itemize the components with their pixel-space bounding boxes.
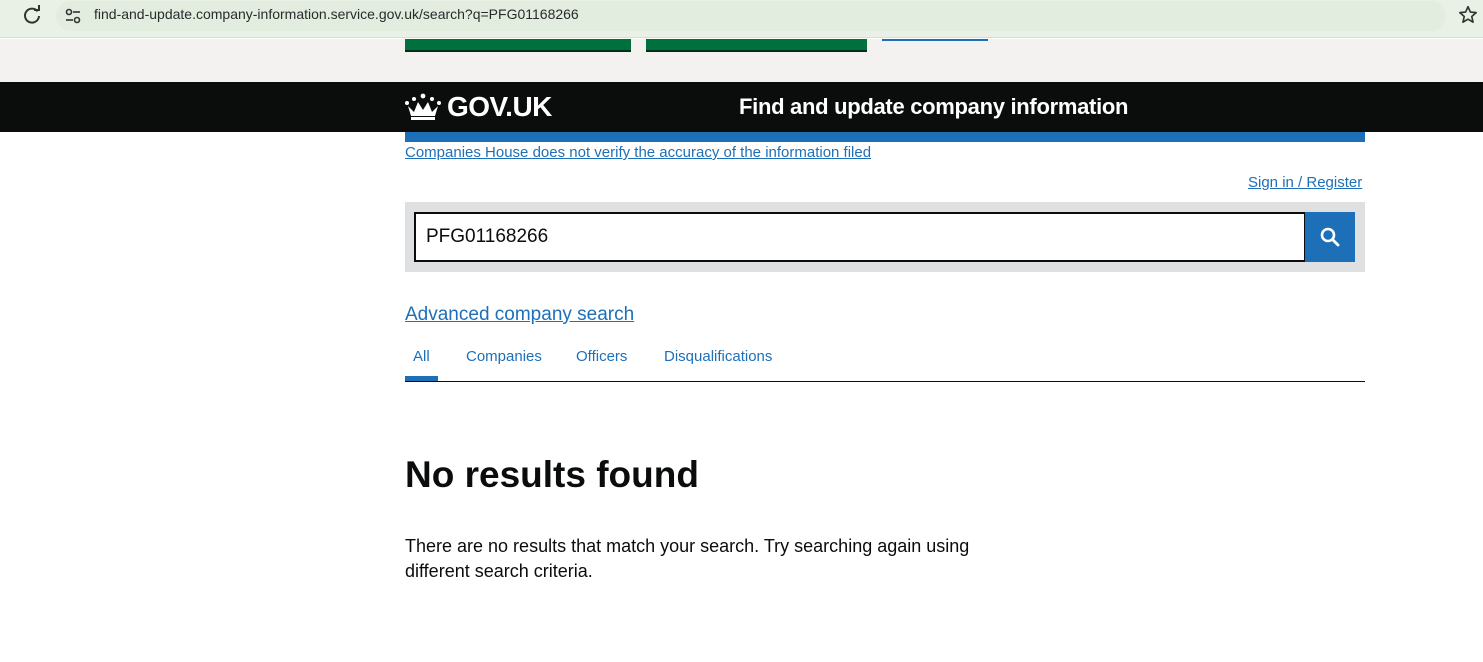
selected-tab-indicator xyxy=(405,376,438,381)
results-message: There are no results that match your sea… xyxy=(405,536,970,581)
govuk-logo[interactable]: GOV.UK xyxy=(447,91,552,123)
tab-all[interactable]: All xyxy=(413,348,430,365)
cookie-banner xyxy=(0,39,1483,82)
results-heading: No results found xyxy=(405,454,699,495)
search-icon xyxy=(1320,227,1340,247)
crown-icon[interactable] xyxy=(404,92,442,120)
star-icon[interactable] xyxy=(1457,4,1479,26)
url-text[interactable]: find-and-update.company-information.serv… xyxy=(94,6,579,22)
tab-officers[interactable]: Officers xyxy=(576,348,627,365)
tab-disqualifications[interactable]: Disqualifications xyxy=(664,348,772,365)
reload-icon[interactable] xyxy=(20,4,44,28)
site-info-icon[interactable] xyxy=(62,5,84,27)
tab-companies[interactable]: Companies xyxy=(466,348,542,365)
disclaimer-link[interactable]: Companies House does not verify the accu… xyxy=(405,144,871,161)
back-icon[interactable]: ‹ xyxy=(0,6,8,26)
accept-button[interactable] xyxy=(405,39,631,52)
browser-toolbar: ‹ find-and-update.company-information.se… xyxy=(0,0,1483,38)
header-accent-bar xyxy=(405,132,1365,142)
search-button[interactable] xyxy=(1305,212,1355,262)
reject-button[interactable] xyxy=(646,39,867,52)
search-input[interactable] xyxy=(414,212,1306,262)
banner-link[interactable] xyxy=(882,39,988,41)
service-name[interactable]: Find and update company information xyxy=(739,94,1128,120)
results-tabs: All Companies Officers Disqualifications xyxy=(405,340,1365,382)
advanced-search-link[interactable]: Advanced company search xyxy=(405,304,634,326)
signin-link[interactable]: Sign in / Register xyxy=(1248,174,1362,191)
